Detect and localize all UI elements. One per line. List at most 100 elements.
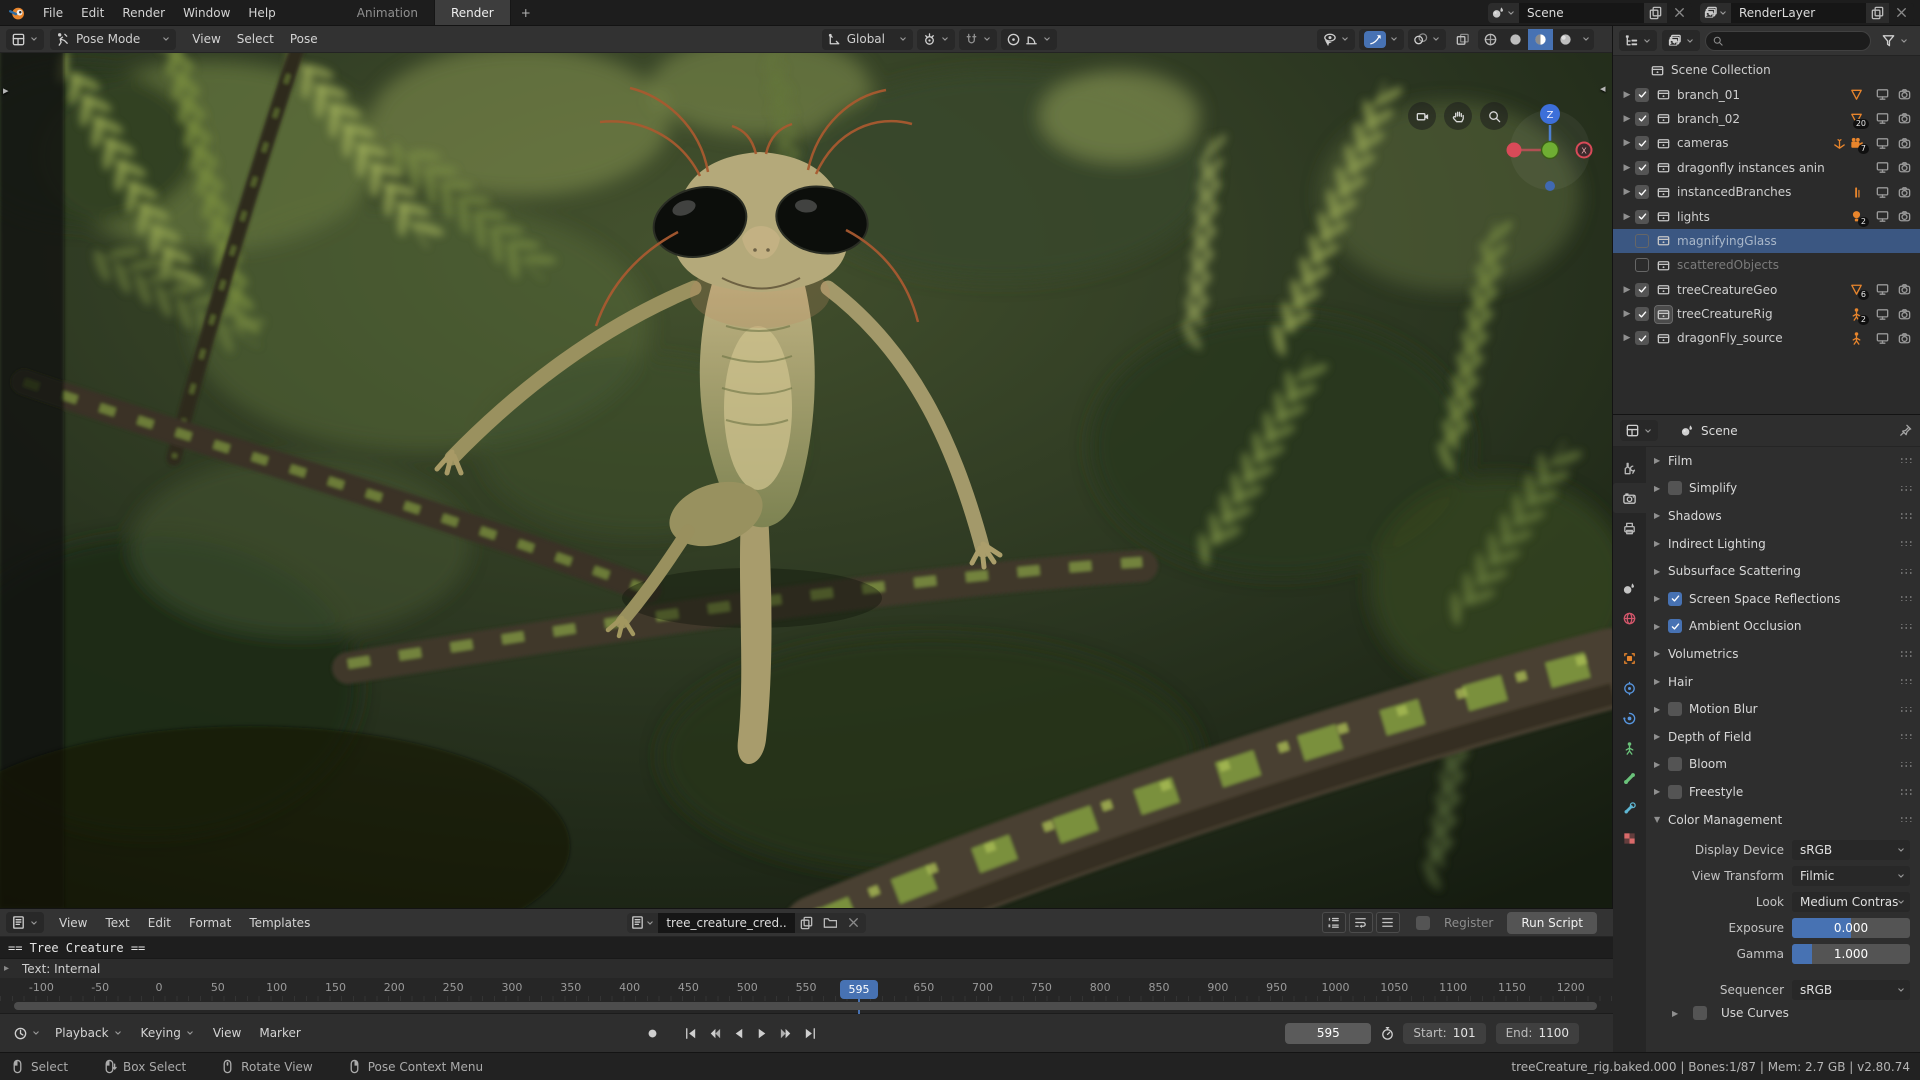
properties-tab-tool[interactable]	[1613, 453, 1646, 483]
3d-viewport[interactable]: Pose Mode ViewSelectPose Global	[0, 26, 1613, 908]
text-menu-text[interactable]: Text	[96, 909, 138, 936]
overlays-dropdown[interactable]	[1408, 29, 1446, 50]
panel-header-screen-space-reflections[interactable]: ▶Screen Space Reflections	[1646, 585, 1920, 613]
text-unlink-button[interactable]	[841, 913, 866, 933]
use-curves-checkbox[interactable]	[1693, 1006, 1707, 1020]
panel-drag-handle[interactable]	[1901, 596, 1912, 601]
line-numbers-toggle[interactable]	[1322, 912, 1346, 933]
zoom-view-button[interactable]	[1480, 102, 1508, 130]
disable-in-viewport-toggle[interactable]	[1875, 209, 1890, 224]
frame-number-field[interactable]: 595	[1285, 1023, 1371, 1044]
panel-drag-handle[interactable]	[1901, 569, 1912, 574]
collection-checkbox[interactable]	[1635, 234, 1649, 248]
shading-rendered-button[interactable]	[1553, 29, 1578, 50]
panel-header-film[interactable]: ▶Film	[1646, 447, 1920, 475]
play-button[interactable]	[750, 1022, 774, 1044]
expand-arrow-icon[interactable]: ▶	[1619, 163, 1635, 173]
panel-checkbox[interactable]	[1668, 702, 1682, 716]
disable-in-viewport-toggle[interactable]	[1875, 282, 1890, 297]
panel-checkbox[interactable]	[1668, 785, 1682, 799]
panel-expand-icon[interactable]: ▶	[1654, 484, 1668, 493]
properties-tab-view-layer[interactable]	[1613, 543, 1646, 573]
disable-in-viewport-toggle[interactable]	[1875, 160, 1890, 175]
outliner-viewlayer-icon[interactable]	[1662, 30, 1700, 51]
outliner-row[interactable]: ▶cameras7	[1613, 131, 1920, 155]
panel-expand-icon[interactable]: ▶	[1654, 677, 1668, 686]
panel-expand-icon[interactable]: ▶	[1672, 1009, 1686, 1018]
outliner-row[interactable]: ▶dragonfly instances anin	[1613, 156, 1920, 180]
panel-drag-handle[interactable]	[1901, 458, 1912, 463]
text-datablock-icon[interactable]	[627, 913, 658, 933]
current-frame-badge[interactable]: 595	[840, 980, 878, 999]
panel-drag-handle[interactable]	[1901, 651, 1912, 656]
panel-header-motion-blur[interactable]: ▶Motion Blur	[1646, 695, 1920, 723]
panel-header-ambient-occlusion[interactable]: ▶Ambient Occlusion	[1646, 613, 1920, 641]
gamma-slider[interactable]: 1.000	[1792, 944, 1910, 964]
properties-tab-bone-constraints[interactable]	[1613, 793, 1646, 823]
disable-in-render-toggle[interactable]	[1897, 185, 1912, 200]
sidebar-expand-arrow[interactable]: ◂	[1600, 82, 1606, 95]
render-layer-name-field[interactable]: RenderLayer	[1731, 3, 1866, 23]
scene-icon[interactable]	[1488, 3, 1519, 23]
panel-expand-icon[interactable]: ▶	[1654, 539, 1668, 548]
disable-in-viewport-toggle[interactable]	[1875, 136, 1890, 151]
text-menu-edit[interactable]: Edit	[139, 909, 180, 936]
jump-to-end-button[interactable]	[798, 1022, 822, 1044]
proportional-editing-dropdown[interactable]	[1001, 29, 1057, 50]
properties-tab-output[interactable]	[1613, 513, 1646, 543]
collection-checkbox[interactable]	[1635, 331, 1649, 345]
properties-tab-scene[interactable]	[1613, 573, 1646, 603]
panel-drag-handle[interactable]	[1901, 817, 1912, 822]
outliner-row[interactable]: ▶lights2	[1613, 204, 1920, 228]
viewport-menu-view[interactable]: View	[184, 26, 228, 52]
timeline-scrollbar[interactable]	[14, 1002, 1597, 1010]
timeline-menu-view[interactable]: View	[204, 1014, 250, 1052]
use-preview-range-button[interactable]	[1375, 1022, 1399, 1044]
disable-in-viewport-toggle[interactable]	[1875, 307, 1890, 322]
panel-expand-icon[interactable]: ▶	[1654, 787, 1668, 796]
panel-header-freestyle[interactable]: ▶Freestyle	[1646, 778, 1920, 806]
timeline-menu-playback[interactable]: Playback	[46, 1014, 132, 1052]
shading-solid-button[interactable]	[1503, 29, 1528, 50]
snap-toggle[interactable]	[959, 29, 997, 50]
exposure-slider[interactable]: 0.000	[1792, 918, 1910, 938]
text-editor-content[interactable]: == Tree Creature ==	[0, 937, 1613, 958]
disable-in-viewport-toggle[interactable]	[1875, 331, 1890, 346]
outliner-row[interactable]: ▶treeCreatureRig2	[1613, 302, 1920, 326]
text-datablock-name[interactable]: tree_creature_cred..	[658, 913, 794, 933]
disable-in-render-toggle[interactable]	[1897, 111, 1912, 126]
properties-tab-render[interactable]	[1613, 483, 1646, 513]
collection-checkbox[interactable]	[1635, 185, 1649, 199]
properties-tab-constraints[interactable]	[1613, 673, 1646, 703]
navigation-gizmo[interactable]: Z X	[1506, 100, 1596, 200]
disable-in-viewport-toggle[interactable]	[1875, 111, 1890, 126]
end-frame-field[interactable]: End: 1100	[1496, 1023, 1579, 1044]
timeline-menu-keying[interactable]: Keying	[132, 1014, 204, 1052]
jump-to-start-button[interactable]	[678, 1022, 702, 1044]
text-menu-view[interactable]: View	[50, 909, 96, 936]
collection-checkbox[interactable]	[1635, 258, 1649, 272]
menu-render[interactable]: Render	[113, 0, 174, 25]
panel-expand-icon[interactable]: ▶	[1654, 511, 1668, 520]
panel-drag-handle[interactable]	[1901, 624, 1912, 629]
scene-copy-button[interactable]	[1644, 3, 1667, 23]
menu-file[interactable]: File	[34, 0, 72, 25]
panel-checkbox[interactable]	[1668, 481, 1682, 495]
next-keyframe-button[interactable]	[774, 1022, 798, 1044]
disable-in-render-toggle[interactable]	[1897, 282, 1912, 297]
disable-in-viewport-toggle[interactable]	[1875, 185, 1890, 200]
outliner-row[interactable]: ▶instancedBranches	[1613, 180, 1920, 204]
play-reverse-button[interactable]	[726, 1022, 750, 1044]
render-layer-unlink-button[interactable]	[1889, 3, 1914, 23]
workspace-tab-render[interactable]: Render	[435, 0, 511, 25]
collection-checkbox[interactable]	[1635, 307, 1649, 321]
outliner-filter-dropdown[interactable]	[1876, 30, 1914, 51]
viewport-menu-select[interactable]: Select	[229, 26, 282, 52]
prev-keyframe-button[interactable]	[702, 1022, 726, 1044]
blender-logo-icon[interactable]	[0, 4, 34, 22]
expand-arrow-icon[interactable]: ▶	[1619, 138, 1635, 148]
panel-checkbox[interactable]	[1668, 757, 1682, 771]
timeline-ruler[interactable]: -100-50050100150200250300350400450500550…	[0, 978, 1613, 1014]
timeline-menu-marker[interactable]: Marker	[250, 1014, 309, 1052]
panel-header-shadows[interactable]: ▶Shadows	[1646, 502, 1920, 530]
